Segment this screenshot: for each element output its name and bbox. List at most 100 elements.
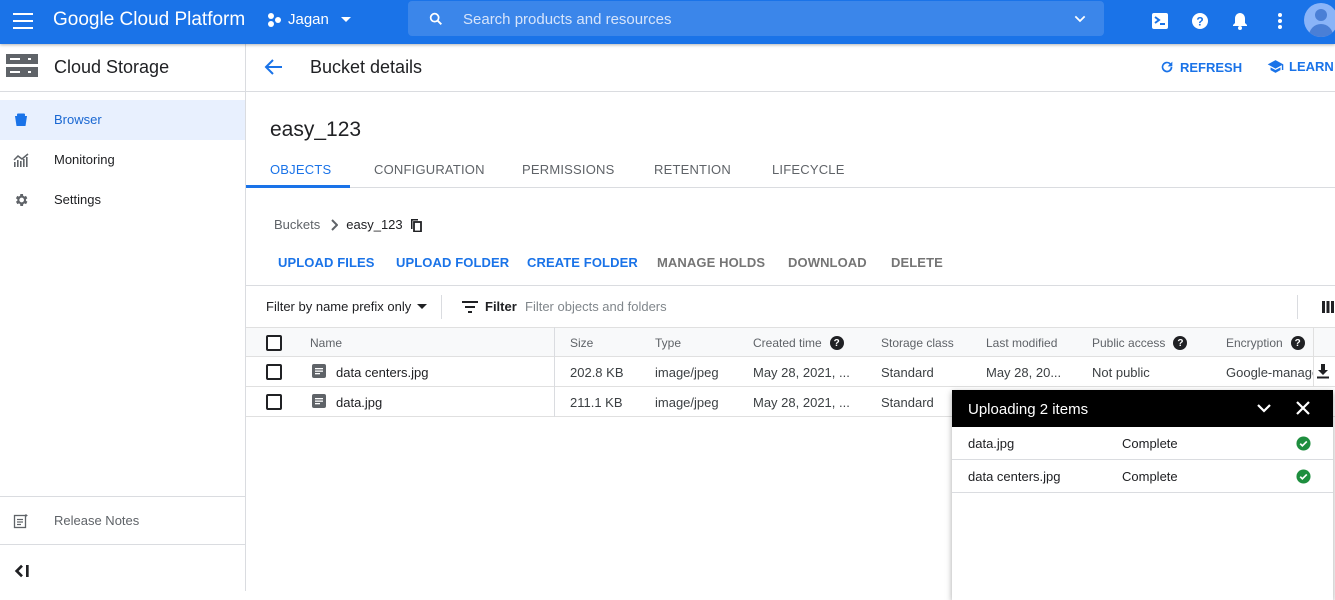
row-checkbox[interactable] xyxy=(266,394,282,410)
object-size: 202.8 KB xyxy=(570,365,624,380)
column-header-encryption[interactable]: Encryption? xyxy=(1226,336,1305,350)
breadcrumb-current: easy_123 xyxy=(346,217,403,232)
check-circle-icon xyxy=(1296,436,1311,451)
column-display-icon[interactable] xyxy=(1322,301,1334,313)
object-type: image/jpeg xyxy=(655,365,719,380)
learn-label: LEARN xyxy=(1289,59,1334,74)
download-icon[interactable] xyxy=(1316,363,1330,379)
object-type: image/jpeg xyxy=(655,395,719,410)
divider xyxy=(1297,295,1298,319)
object-storage-class: Standard xyxy=(881,395,934,410)
sidebar-title: Cloud Storage xyxy=(54,57,170,77)
more-vert-icon[interactable] xyxy=(1269,10,1291,32)
notifications-bell-icon[interactable] xyxy=(1229,10,1251,32)
column-header-type[interactable]: Type xyxy=(655,336,681,350)
object-name-link[interactable]: data centers.jpg xyxy=(336,365,429,380)
sidebar-item-release-notes[interactable]: Release Notes xyxy=(0,501,245,541)
product-logo[interactable]: Google Cloud Platform xyxy=(53,9,245,31)
chevron-right-icon xyxy=(331,218,339,231)
column-header-storage-class[interactable]: Storage class xyxy=(881,336,954,350)
collapse-sidebar-button[interactable] xyxy=(0,550,245,590)
main-menu-icon[interactable] xyxy=(12,10,34,32)
search-placeholder[interactable]: Search products and resources xyxy=(463,11,671,28)
upload-file-name: data centers.jpg xyxy=(968,469,1061,484)
active-tab-indicator xyxy=(246,185,350,188)
column-resize-divider[interactable] xyxy=(554,327,555,417)
sidebar-divider xyxy=(0,496,245,497)
bucket-tabs: OBJECTS CONFIGURATION PERMISSIONS RETENT… xyxy=(246,154,1335,188)
filter-objects-input[interactable] xyxy=(525,294,1025,318)
object-actions-toolbar: UPLOAD FILES UPLOAD FOLDER CREATE FOLDER… xyxy=(246,240,1335,286)
object-created: May 28, 2021, ... xyxy=(753,395,850,410)
select-all-checkbox[interactable] xyxy=(266,335,282,351)
upload-item: data.jpg Complete xyxy=(952,427,1333,460)
object-modified: May 28, 20... xyxy=(986,365,1062,380)
breadcrumb: Buckets easy_123 xyxy=(274,217,422,232)
create-folder-button[interactable]: CREATE FOLDER xyxy=(527,255,638,270)
minimize-chevron-icon[interactable] xyxy=(1256,402,1272,414)
help-icon[interactable]: ? xyxy=(829,336,844,350)
cloud-shell-icon[interactable] xyxy=(1149,10,1171,32)
refresh-button[interactable]: REFRESH xyxy=(1159,59,1242,75)
table-row[interactable]: data centers.jpg 202.8 KB image/jpeg May… xyxy=(246,357,1335,387)
account-avatar[interactable] xyxy=(1304,3,1335,37)
column-header-size[interactable]: Size xyxy=(570,336,593,350)
object-public-access: Not public xyxy=(1092,365,1150,380)
breadcrumb-buckets-link[interactable]: Buckets xyxy=(274,217,320,232)
object-encryption: Google-managed xyxy=(1226,365,1314,380)
tab-retention[interactable]: RETENTION xyxy=(654,162,731,177)
gear-icon xyxy=(15,194,28,206)
object-created: May 28, 2021, ... xyxy=(753,365,850,380)
tab-permissions[interactable]: PERMISSIONS xyxy=(522,162,615,177)
download-button[interactable]: DOWNLOAD xyxy=(788,255,867,270)
search-icon xyxy=(429,12,442,25)
column-header-created[interactable]: Created time? xyxy=(753,336,844,350)
close-icon[interactable] xyxy=(1296,401,1310,415)
caret-down-icon xyxy=(417,304,428,309)
file-icon xyxy=(312,364,326,378)
column-header-public-access[interactable]: Public access? xyxy=(1092,336,1188,350)
column-header-name[interactable]: Name xyxy=(310,336,342,350)
back-arrow-icon[interactable] xyxy=(264,58,284,76)
filter-button[interactable]: Filter xyxy=(462,299,517,314)
search-bar[interactable]: Search products and resources xyxy=(408,1,1104,36)
upload-files-button[interactable]: UPLOAD FILES xyxy=(278,255,375,270)
learn-button[interactable]: LEARN xyxy=(1267,59,1334,74)
filter-label: Filter xyxy=(485,299,517,314)
upload-panel-header: Uploading 2 items xyxy=(952,390,1333,427)
sidebar-item-label: Release Notes xyxy=(54,513,140,528)
page-title: Bucket details xyxy=(310,57,423,77)
object-name-link[interactable]: data.jpg xyxy=(336,395,382,410)
sidebar-item-browser[interactable]: Browser xyxy=(0,100,245,140)
sidebar: Cloud Storage Browser Monitoring Setting… xyxy=(0,44,246,591)
column-header-last-modified[interactable]: Last modified xyxy=(986,336,1057,350)
help-icon[interactable]: ? xyxy=(1290,336,1305,350)
project-selector[interactable]: Jagan xyxy=(268,11,351,28)
tab-objects[interactable]: OBJECTS xyxy=(270,162,331,177)
delete-button[interactable]: DELETE xyxy=(891,255,943,270)
refresh-label: REFRESH xyxy=(1180,59,1243,75)
sidebar-item-label: Monitoring xyxy=(54,152,115,167)
manage-holds-button[interactable]: MANAGE HOLDS xyxy=(657,255,765,270)
upload-folder-button[interactable]: UPLOAD FOLDER xyxy=(396,255,509,270)
sidebar-divider xyxy=(0,544,245,545)
tab-configuration[interactable]: CONFIGURATION xyxy=(374,162,485,177)
chevron-down-icon[interactable] xyxy=(1072,11,1088,27)
row-checkbox[interactable] xyxy=(266,364,282,380)
help-icon[interactable]: ? xyxy=(1189,10,1211,32)
column-divider xyxy=(1313,327,1314,387)
bucket-name-heading: easy_123 xyxy=(270,118,362,141)
copy-icon[interactable] xyxy=(410,218,422,232)
sidebar-item-monitoring[interactable]: Monitoring xyxy=(0,140,245,180)
tab-lifecycle[interactable]: LIFECYCLE xyxy=(772,162,845,177)
filter-bar: Filter by name prefix only Filter xyxy=(246,286,1335,327)
filter-list-icon xyxy=(462,300,478,313)
check-circle-icon xyxy=(1296,469,1311,484)
help-icon[interactable]: ? xyxy=(1173,336,1188,350)
filter-mode-dropdown[interactable]: Filter by name prefix only xyxy=(266,299,428,314)
school-icon xyxy=(1267,60,1284,73)
sidebar-item-settings[interactable]: Settings xyxy=(0,180,245,220)
divider xyxy=(441,295,442,319)
upload-item: data centers.jpg Complete xyxy=(952,460,1333,493)
sidebar-item-label: Browser xyxy=(54,112,102,127)
